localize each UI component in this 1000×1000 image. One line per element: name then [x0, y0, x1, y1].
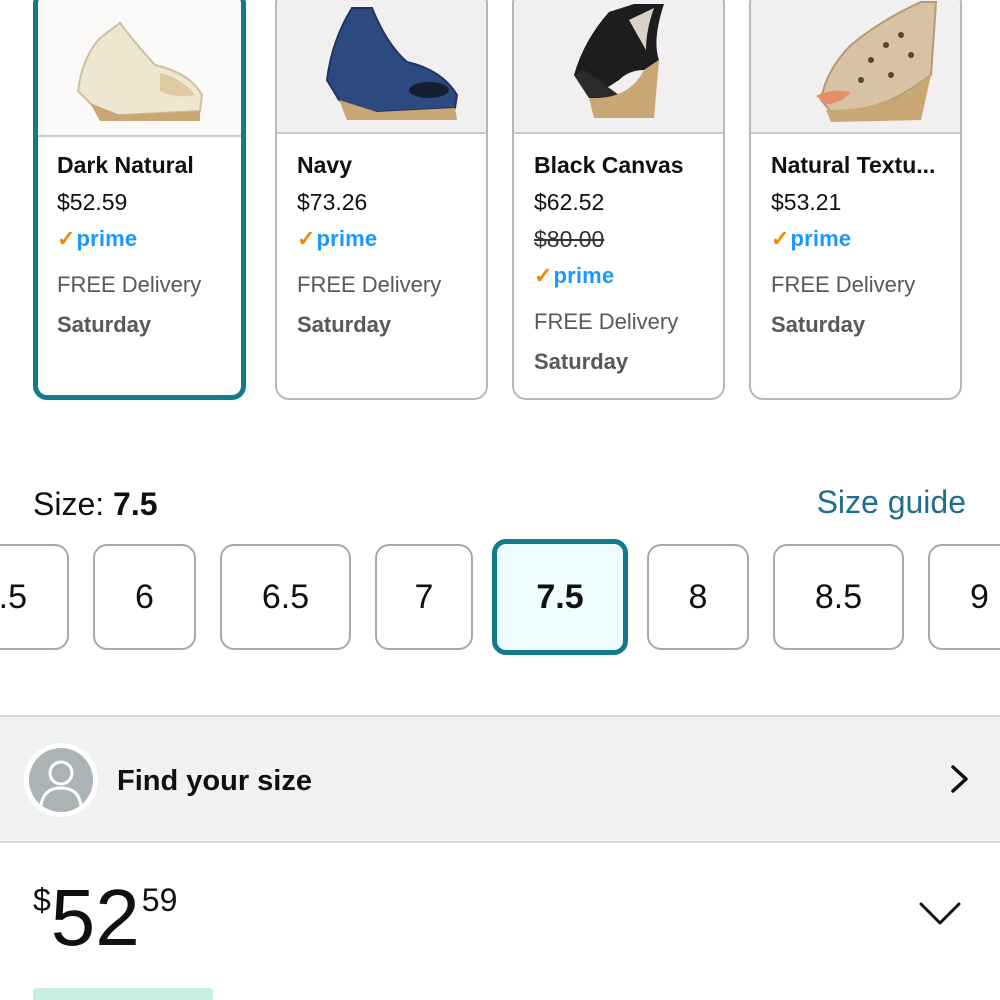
variant-card-navy[interactable]: Navy $73.26 ✓ prime FREE Delivery Saturd… — [275, 0, 488, 400]
size-option[interactable]: 6 — [93, 544, 196, 650]
delivery-day: Saturday — [771, 312, 866, 337]
shoe-image — [76, 21, 203, 121]
chevron-down-icon[interactable] — [918, 900, 962, 928]
prime-check-icon: ✓ — [57, 226, 76, 251]
variant-name: Dark Natural — [57, 152, 194, 178]
variant-name: Natural Textu... — [771, 152, 936, 178]
prime-check-icon: ✓ — [534, 263, 553, 288]
price-whole: 52 — [50, 873, 140, 962]
variant-price: $73.26 — [297, 189, 368, 215]
size-label-text: Size: — [33, 486, 114, 522]
delivery-day: Saturday — [297, 312, 392, 337]
variant-price: $53.21 — [771, 189, 842, 215]
price-fraction: 59 — [141, 882, 178, 918]
delivery-text: FREE Delivery — [534, 309, 679, 334]
variant-price: $52.59 — [57, 189, 128, 215]
selected-size-value: 7.5 — [113, 486, 158, 522]
variant-image — [514, 0, 723, 134]
person-icon — [24, 743, 98, 817]
find-your-size-row[interactable]: Find your size — [0, 715, 1000, 843]
prime-label: prime — [316, 226, 378, 251]
prime-badge: ✓ prime — [297, 226, 480, 252]
delivery-text: FREE Delivery — [771, 272, 916, 297]
prime-label: prime — [553, 263, 615, 288]
prime-label: prime — [76, 226, 138, 251]
savings-badge — [33, 988, 213, 1000]
prime-badge: ✓ prime — [57, 226, 235, 252]
size-option[interactable]: .5 — [0, 544, 69, 650]
shoe-image — [325, 7, 458, 120]
shoe-image — [573, 4, 664, 118]
variant-image — [38, 0, 241, 137]
product-price: $ 52 59 — [33, 870, 177, 966]
variant-price: $62.52 — [534, 189, 605, 215]
variant-card-dark-natural[interactable]: Dark Natural $52.59 ✓ prime FREE Deliver… — [33, 0, 246, 400]
size-option[interactable]: 6.5 — [220, 544, 351, 650]
prime-check-icon: ✓ — [297, 226, 316, 251]
variant-name: Black Canvas — [534, 152, 684, 178]
size-option[interactable]: 7 — [375, 544, 473, 650]
size-option-selected[interactable]: 7.5 — [492, 539, 628, 655]
variant-name: Navy — [297, 152, 352, 178]
delivery-text: FREE Delivery — [297, 272, 442, 297]
find-your-size-label: Find your size — [117, 765, 312, 797]
variant-card-black-canvas[interactable]: Black Canvas $62.52 $80.00 ✓ prime FREE … — [512, 0, 725, 400]
shoe-image — [815, 0, 937, 122]
size-guide-link[interactable]: Size guide — [817, 484, 966, 521]
chevron-right-icon — [951, 765, 968, 793]
variant-card-natural-texture[interactable]: Natural Textu... $53.21 ✓ prime FREE Del… — [749, 0, 962, 400]
prime-badge: ✓ prime — [534, 263, 717, 289]
delivery-day: Saturday — [534, 349, 629, 374]
prime-badge: ✓ prime — [771, 226, 954, 252]
size-option[interactable]: 8.5 — [773, 544, 904, 650]
prime-label: prime — [790, 226, 852, 251]
size-option[interactable]: 8 — [647, 544, 749, 650]
delivery-day: Saturday — [57, 312, 152, 337]
price-symbol: $ — [33, 882, 51, 918]
prime-check-icon: ✓ — [771, 226, 790, 251]
delivery-text: FREE Delivery — [57, 272, 202, 297]
variant-image — [751, 0, 960, 134]
size-label: Size: 7.5 — [33, 486, 158, 523]
list-price: $80.00 — [534, 226, 605, 252]
variant-image — [277, 0, 486, 134]
size-option[interactable]: 9 — [928, 544, 1000, 650]
